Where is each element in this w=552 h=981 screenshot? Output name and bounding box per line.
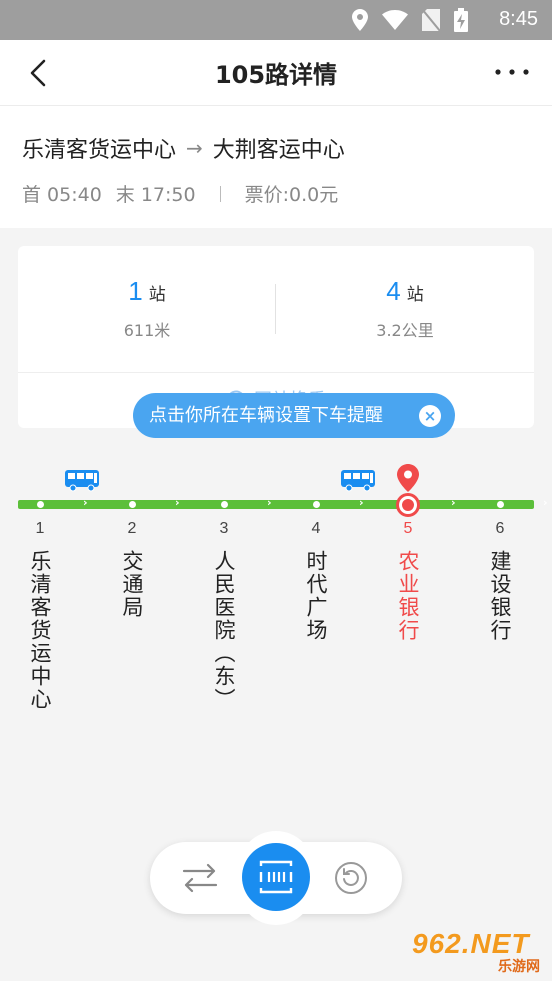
station-name: 交通局 <box>120 550 144 619</box>
nearest-bus-stat[interactable]: 1站 611米 <box>18 276 276 341</box>
origin-station: 乐清客货运中心 <box>22 138 177 163</box>
station-number: 6 <box>495 520 505 537</box>
watermark-logo: 962.NET 乐游网 <box>406 928 546 976</box>
station-item[interactable]: 1 乐清客货运中心 <box>20 520 60 711</box>
last-bus-time: 末 17:50 <box>115 184 196 206</box>
no-sim-icon <box>422 9 440 31</box>
header: 105路详情 <box>0 40 552 106</box>
status-icons <box>352 8 468 32</box>
current-station-marker <box>396 493 420 517</box>
route-line-diagram: › 1 乐清客货运中心 › 2 交通局 › 3 人民医院（东） › 4 时代广场 › 5 农业银行 › 6 建设银… <box>0 438 552 798</box>
station-number: 2 <box>127 520 137 537</box>
station-dot <box>220 501 228 508</box>
station-dot <box>128 501 136 508</box>
stats-hdivider <box>18 372 534 373</box>
meta-divider <box>219 185 221 202</box>
station-item[interactable]: 5 农业银行 <box>388 520 428 642</box>
stat-distance: 3.2公里 <box>376 321 434 340</box>
direction-chevron: › <box>451 496 456 509</box>
refresh-icon[interactable] <box>333 860 369 896</box>
station-name: 乐清客货运中心 <box>28 550 52 711</box>
stat-stops-unit: 站 <box>406 285 424 305</box>
direction-chevron: › <box>359 496 364 509</box>
direction-chevron: › <box>83 496 88 509</box>
stat-stops-count: 4 <box>386 276 401 306</box>
alight-reminder-tooltip[interactable]: 点击你所在车辆设置下车提醒 × <box>133 393 455 438</box>
my-location-pin-icon <box>397 464 419 492</box>
route-info: 乐清客货运中心 → 大荆客运中心 首 05:40 末 17:50 票价:0.0元 <box>0 106 552 228</box>
more-icon[interactable] <box>492 62 532 82</box>
station-name: 时代广场 <box>304 550 328 642</box>
stat-stops-unit: 站 <box>148 285 166 305</box>
battery-charging-icon <box>454 8 468 32</box>
destination-station: 大荆客运中心 <box>212 138 345 163</box>
direction-chevron: › <box>175 496 180 509</box>
stat-stops-count: 1 <box>128 276 143 306</box>
close-icon[interactable]: × <box>419 405 441 427</box>
page-title: 105路详情 <box>214 61 338 89</box>
station-number: 3 <box>219 520 229 537</box>
switch-direction-icon[interactable] <box>180 860 220 896</box>
bus-icon[interactable] <box>340 468 376 492</box>
station-dot <box>312 501 320 508</box>
next-bus-stat[interactable]: 4站 3.2公里 <box>276 276 534 341</box>
location-icon <box>352 9 368 31</box>
station-number: 5 <box>403 520 413 537</box>
station-name: 农业银行 <box>396 550 420 642</box>
station-dot <box>496 501 504 508</box>
station-dot <box>36 501 44 508</box>
station-item[interactable]: 4 时代广场 <box>296 520 336 642</box>
status-bar: 8:45 <box>0 0 552 40</box>
route-meta: 首 05:40 末 17:50 票价:0.0元 <box>22 180 338 207</box>
route-endpoints: 乐清客货运中心 → 大荆客运中心 <box>22 132 345 164</box>
route-track <box>18 500 534 509</box>
bus-icon[interactable] <box>64 468 100 492</box>
bus-card-icon <box>258 860 294 894</box>
direction-chevron: › <box>543 496 548 509</box>
first-bus-time: 首 05:40 <box>22 184 102 206</box>
station-number: 1 <box>35 520 45 537</box>
route-arrow: → <box>186 136 203 160</box>
station-name: 人民医院（东） <box>212 550 236 711</box>
fare: 票价:0.0元 <box>244 184 339 206</box>
status-time: 8:45 <box>499 8 538 30</box>
watermark-sitename: 乐游网 <box>498 959 540 975</box>
stat-distance: 611米 <box>123 321 171 340</box>
wifi-icon <box>382 10 408 30</box>
station-number: 4 <box>311 520 321 537</box>
tooltip-text: 点击你所在车辆设置下车提醒 <box>149 405 383 426</box>
station-name: 建设银行 <box>488 550 512 642</box>
station-item[interactable]: 2 交通局 <box>112 520 152 619</box>
direction-chevron: › <box>267 496 272 509</box>
station-item[interactable]: 6 建设银行 <box>480 520 520 642</box>
bus-card-button[interactable] <box>238 831 314 925</box>
station-item[interactable]: 3 人民医院（东） <box>204 520 244 711</box>
